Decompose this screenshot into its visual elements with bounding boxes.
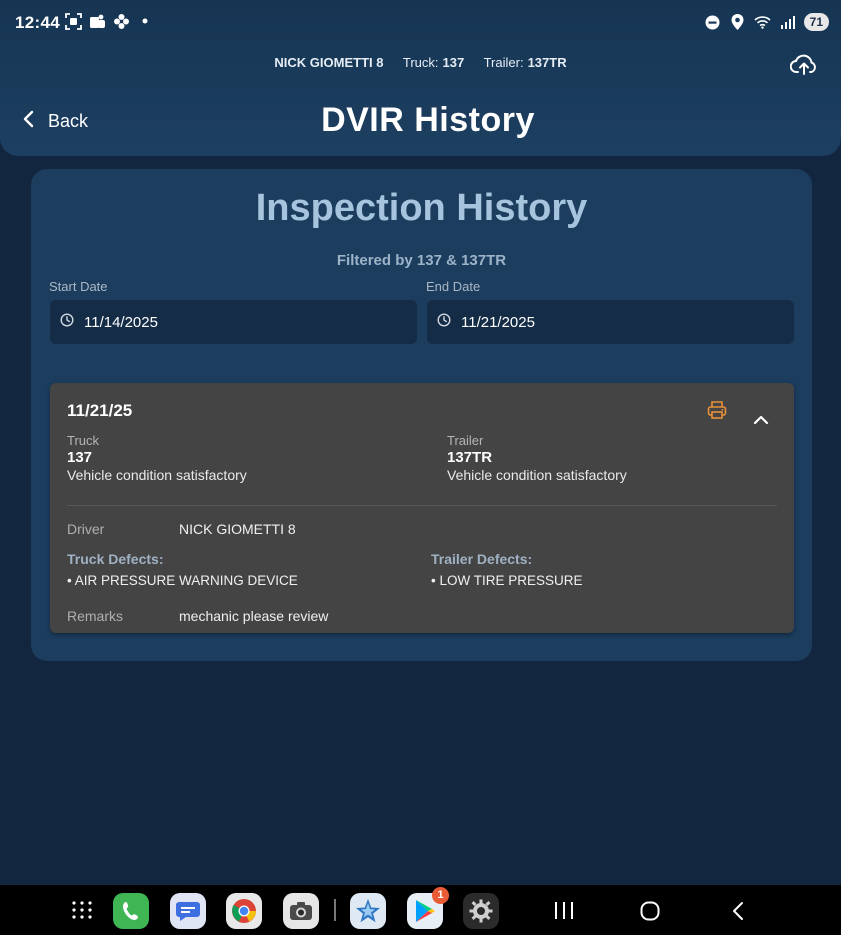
start-date-value: 11/14/2025 — [84, 313, 158, 331]
truck-defects-heading: Truck Defects: — [67, 551, 164, 567]
panel-title: Inspection History — [255, 187, 588, 229]
trailer-label: Trailer — [447, 433, 484, 448]
camera-app-icon[interactable] — [283, 893, 319, 929]
inspection-history-panel: Inspection History Filtered by 137 & 137… — [31, 169, 812, 661]
dock-divider — [334, 899, 336, 921]
chevron-up-icon[interactable] — [752, 413, 772, 433]
print-icon[interactable] — [706, 399, 728, 421]
recent-apps-icon[interactable] — [554, 902, 574, 924]
end-date-label: End Date — [426, 279, 481, 294]
status-notification-icons — [64, 12, 154, 30]
trailer-number: 137TR — [527, 55, 567, 70]
start-date-label: Start Date — [49, 279, 108, 294]
status-system-icons: 71 — [704, 13, 829, 31]
app-drawer-icon[interactable] — [70, 900, 94, 925]
signal-icon — [779, 13, 797, 31]
wifi-icon — [754, 13, 772, 31]
battery-indicator: 71 — [803, 13, 829, 31]
trailer-number: 137TR — [447, 449, 493, 466]
chrome-app-icon[interactable] — [226, 893, 262, 929]
trailer-label: Trailer: — [483, 55, 524, 70]
play-store-app-icon[interactable]: 1 — [407, 887, 449, 929]
cloud-upload-icon[interactable] — [789, 52, 820, 78]
truck-status: Vehicle condition satisfactory — [67, 467, 247, 483]
flower-icon — [112, 12, 130, 30]
page-title: DVIR History — [321, 101, 535, 139]
trailer-defects-heading: Trailer Defects: — [431, 551, 533, 567]
driver-name: NICK GIOMETTI 8 — [274, 55, 384, 70]
remarks-value: mechanic please review — [179, 608, 329, 624]
truck-defect-item: • AIR PRESSURE WARNING DEVICE — [67, 573, 298, 588]
end-date-field[interactable]: 11/21/2025 — [427, 300, 794, 344]
driver-label: Driver — [67, 521, 105, 537]
truck-number: 137 — [67, 449, 93, 466]
teams-icon — [88, 12, 106, 30]
truck-label: Truck: — [402, 55, 439, 70]
end-date-value: 11/21/2025 — [461, 313, 535, 331]
status-clock: 12:44 — [15, 13, 60, 32]
android-nav-bar: 1 — [0, 885, 841, 935]
status-bar: 12:44 71 — [0, 0, 841, 46]
start-date-field[interactable]: 11/14/2025 — [50, 300, 417, 344]
inspection-date: 11/21/25 — [67, 401, 133, 420]
filter-text: Filtered by 137 & 137TR — [336, 252, 507, 269]
home-icon[interactable] — [640, 901, 660, 926]
driver-vehicle-bar: NICK GIOMETTI 8 Truck: 137 Trailer: 137TR — [0, 55, 841, 70]
truck-number: 137 — [442, 55, 465, 70]
remarks-label: Remarks — [67, 608, 124, 624]
do-not-disturb-icon — [704, 13, 722, 31]
settings-app-icon[interactable] — [463, 893, 499, 929]
inspection-card[interactable]: 11/21/25 Truck 137 Vehicle condition sat… — [50, 383, 794, 633]
app-header: 12:44 71 NICK GIOMETTI 8 Truck: 137 Trai… — [0, 0, 841, 156]
dot-icon — [136, 12, 154, 30]
star-app-icon[interactable] — [350, 893, 386, 929]
location-icon — [729, 13, 747, 31]
truck-label: Truck — [67, 433, 100, 448]
nav-back-icon[interactable] — [731, 901, 745, 926]
card-divider — [67, 505, 777, 506]
trailer-defect-item: • LOW TIRE PRESSURE — [431, 573, 583, 588]
trailer-status: Vehicle condition satisfactory — [447, 467, 627, 483]
screenshot-icon — [64, 12, 82, 30]
clock-icon — [437, 313, 451, 331]
phone-app-icon[interactable] — [113, 893, 149, 929]
notification-badge: 1 — [432, 887, 449, 904]
messages-app-icon[interactable] — [170, 893, 206, 929]
driver-value: NICK GIOMETTI 8 — [179, 521, 296, 537]
clock-icon — [60, 313, 74, 331]
